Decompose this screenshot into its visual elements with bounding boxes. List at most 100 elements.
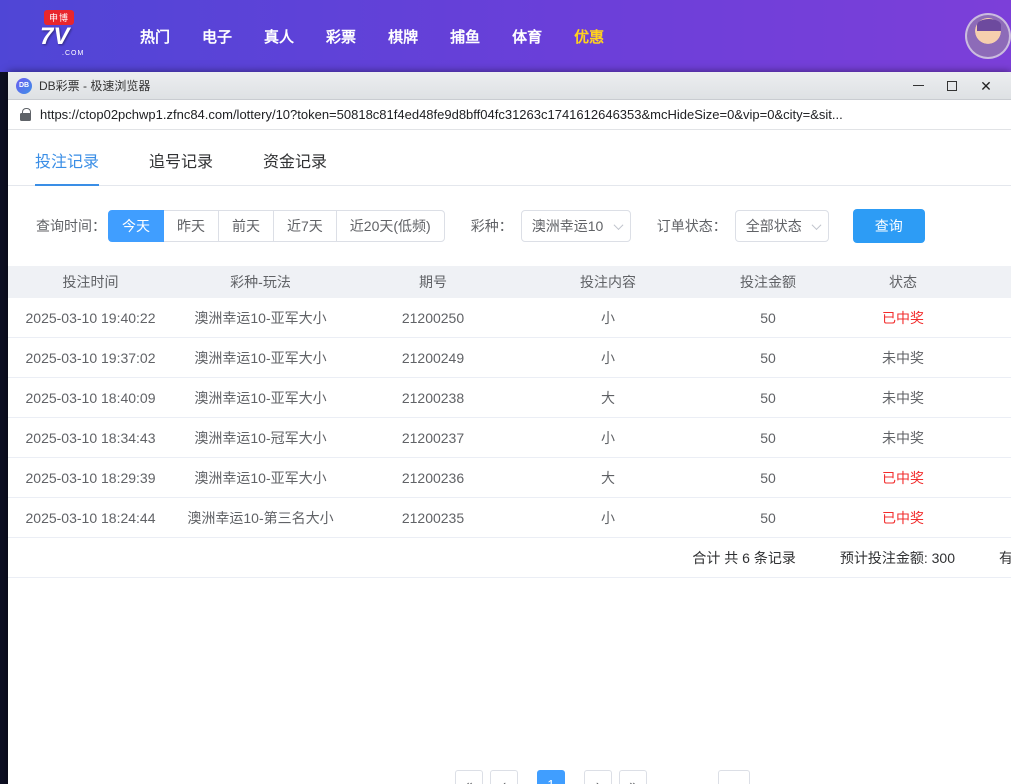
- cell-content: 小: [518, 348, 698, 368]
- maximize-icon: [947, 81, 957, 91]
- cell-bet-time: 2025-03-10 18:29:39: [8, 470, 173, 486]
- cell-amount: 50: [698, 510, 838, 526]
- window-title: DB彩票 - 极速浏览器: [39, 77, 150, 94]
- db-favicon-icon: DB: [16, 78, 32, 94]
- cell-play: 澳洲幸运10-第三名大小: [173, 508, 348, 528]
- time-option-today[interactable]: 今天: [108, 210, 164, 242]
- cell-play: 澳洲幸运10-亚军大小: [173, 308, 348, 328]
- minimize-button[interactable]: [901, 73, 935, 99]
- cell-issue: 21200250: [348, 310, 518, 326]
- nav-item-sports[interactable]: 体育: [496, 16, 558, 57]
- time-filter-group: 今天 昨天 前天 近7天 近20天(低频): [108, 210, 445, 242]
- tab-chase-records[interactable]: 追号记录: [149, 148, 213, 185]
- table-summary-row: 合计 共 6 条记录 预计投注金额: 300 有效投注金额: [8, 538, 1011, 578]
- order-status-value: 全部状态: [746, 216, 802, 236]
- cell-status: 未中奖: [838, 348, 968, 368]
- record-tabs: 投注记录 追号记录 资金记录: [8, 130, 1011, 186]
- lottery-select-value: 澳洲幸运10: [532, 216, 604, 236]
- cell-issue: 21200238: [348, 390, 518, 406]
- cell-status: 未中奖: [838, 388, 968, 408]
- table-row: 2025-03-10 18:40:09 澳洲幸运10-亚军大小 21200238…: [8, 378, 1011, 418]
- cell-content: 大: [518, 468, 698, 488]
- cell-content: 小: [518, 508, 698, 528]
- cell-content: 大: [518, 388, 698, 408]
- table-row: 2025-03-10 18:29:39 澳洲幸运10-亚军大小 21200236…: [8, 458, 1011, 498]
- site-logo[interactable]: 申博 7V .COM: [38, 10, 94, 62]
- nav-item-live[interactable]: 真人: [248, 16, 310, 57]
- search-button[interactable]: 查询: [853, 209, 925, 243]
- order-status-select[interactable]: 全部状态: [735, 210, 829, 242]
- status-filter-label: 订单状态：: [657, 216, 727, 236]
- close-icon: ✕: [980, 79, 992, 93]
- cell-play: 澳洲幸运10-亚军大小: [173, 468, 348, 488]
- browser-window: DB DB彩票 - 极速浏览器 ✕ https://ctop02pchwp1.z…: [8, 72, 1011, 784]
- maximize-button[interactable]: [935, 73, 969, 99]
- time-option-20days[interactable]: 近20天(低频): [336, 210, 445, 242]
- header-status: 状态: [838, 272, 968, 292]
- cell-play: 澳洲幸运10-亚军大小: [173, 348, 348, 368]
- summary-total: 合计 共 6 条记录: [692, 548, 795, 568]
- header-content: 投注内容: [518, 272, 698, 292]
- last-page-button[interactable]: »: [619, 770, 647, 784]
- cell-content: 小: [518, 428, 698, 448]
- nav-item-hot[interactable]: 热门: [124, 16, 186, 57]
- prev-page-button[interactable]: ‹: [490, 770, 518, 784]
- site-top-nav: 申博 7V .COM 热门 电子 真人 彩票 棋牌 捕鱼 体育 优惠: [0, 0, 1011, 72]
- time-option-7days[interactable]: 近7天: [273, 210, 337, 242]
- table-row: 2025-03-10 18:24:44 澳洲幸运10-第三名大小 2120023…: [8, 498, 1011, 538]
- nav-item-promo[interactable]: 优惠: [558, 16, 620, 57]
- nav-item-slots[interactable]: 电子: [186, 16, 248, 57]
- cell-bet-time: 2025-03-10 18:24:44: [8, 510, 173, 526]
- first-page-button[interactable]: «: [455, 770, 483, 784]
- summary-expected: 预计投注金额: 300: [840, 548, 955, 568]
- cell-issue: 21200249: [348, 350, 518, 366]
- next-page-button[interactable]: ›: [584, 770, 612, 784]
- header-play: 彩种-玩法: [173, 272, 348, 292]
- cell-amount: 50: [698, 430, 838, 446]
- tab-fund-records[interactable]: 资金记录: [263, 148, 327, 185]
- time-filter-label: 查询时间：: [36, 216, 106, 236]
- header-bet-time: 投注时间: [8, 272, 173, 292]
- header-amount: 投注金额: [698, 272, 838, 292]
- cell-content: 小: [518, 308, 698, 328]
- page-content: 投注记录 追号记录 资金记录 查询时间： 今天 昨天 前天 近7天 近20天(低…: [8, 130, 1011, 784]
- table-header-row: 投注时间 彩种-玩法 期号 投注内容 投注金额 状态: [8, 266, 1011, 298]
- summary-valid: 有效投注金额: [999, 548, 1011, 568]
- nav-item-cards[interactable]: 棋牌: [372, 16, 434, 57]
- window-title-bar[interactable]: DB DB彩票 - 极速浏览器 ✕: [8, 72, 1011, 100]
- cell-status: 已中奖: [838, 508, 968, 528]
- user-avatar[interactable]: [965, 13, 1011, 59]
- cell-bet-time: 2025-03-10 18:34:43: [8, 430, 173, 446]
- table-row: 2025-03-10 19:37:02 澳洲幸运10-亚军大小 21200249…: [8, 338, 1011, 378]
- minimize-icon: [913, 85, 924, 87]
- cell-amount: 50: [698, 350, 838, 366]
- logo-text: 7V: [40, 23, 69, 51]
- nav-item-lottery[interactable]: 彩票: [310, 16, 372, 57]
- url-text: https://ctop02pchwp1.zfnc84.com/lottery/…: [40, 107, 843, 122]
- header-issue: 期号: [348, 272, 518, 292]
- lock-icon[interactable]: [20, 108, 31, 121]
- logo-suffix: .COM: [62, 50, 84, 57]
- lottery-select[interactable]: 澳洲幸运10: [521, 210, 631, 242]
- address-bar[interactable]: https://ctop02pchwp1.zfnc84.com/lottery/…: [8, 100, 1011, 130]
- table-row: 2025-03-10 18:34:43 澳洲幸运10-冠军大小 21200237…: [8, 418, 1011, 458]
- cell-status: 已中奖: [838, 468, 968, 488]
- cell-amount: 50: [698, 310, 838, 326]
- chevron-down-icon: [811, 220, 821, 230]
- tab-bet-records[interactable]: 投注记录: [35, 148, 99, 185]
- time-option-yesterday[interactable]: 昨天: [163, 210, 219, 242]
- close-button[interactable]: ✕: [969, 73, 1003, 99]
- nav-item-fishing[interactable]: 捕鱼: [434, 16, 496, 57]
- page-1-button[interactable]: 1: [537, 770, 565, 784]
- window-controls: ✕: [901, 73, 1003, 99]
- filter-bar: 查询时间： 今天 昨天 前天 近7天 近20天(低频) 彩种： 澳洲幸运10 订…: [36, 209, 1011, 243]
- cell-status: 未中奖: [838, 428, 968, 448]
- site-nav-items: 热门 电子 真人 彩票 棋牌 捕鱼 体育 优惠: [124, 16, 620, 57]
- page-jump-input[interactable]: [718, 770, 750, 784]
- bet-records-table: 投注时间 彩种-玩法 期号 投注内容 投注金额 状态 2025-03-10 19…: [8, 266, 1011, 578]
- time-option-daybefore[interactable]: 前天: [218, 210, 274, 242]
- cell-status: 已中奖: [838, 308, 968, 328]
- cell-play: 澳洲幸运10-冠军大小: [173, 428, 348, 448]
- table-row: 2025-03-10 19:40:22 澳洲幸运10-亚军大小 21200250…: [8, 298, 1011, 338]
- cell-issue: 21200237: [348, 430, 518, 446]
